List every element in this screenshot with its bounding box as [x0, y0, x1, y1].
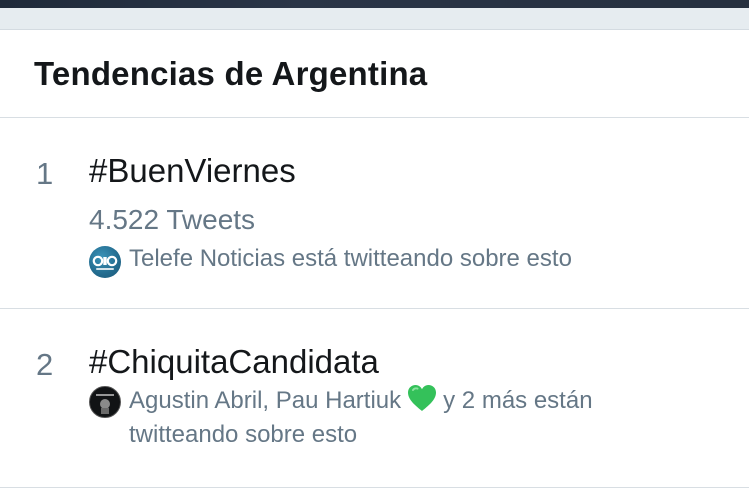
trend-context-suffix: y 2 más están [443, 387, 593, 414]
trend-rank: 2 [36, 347, 54, 382]
trend-item[interactable]: 1 #BuenViernes 4.522 Tweets Telefe Notic… [0, 118, 749, 309]
telefe-noticias-logo-icon[interactable] [89, 246, 121, 278]
top-image-strip [0, 0, 749, 8]
trend-tweet-count: 4.522 Tweets [89, 204, 256, 235]
trend-context: Telefe Noticias está twitteando sobre es… [89, 244, 572, 278]
section-gap [0, 8, 749, 30]
trends-title: Tendencias de Argentina [34, 54, 428, 92]
trend-context-names: Agustin Abril, Pau Hartiuk [129, 387, 402, 414]
trend-context-text: Agustin Abril, Pau Hartiuk y 2 más están … [129, 384, 593, 450]
trend-context-text: Telefe Noticias está twitteando sobre es… [129, 245, 572, 272]
trend-item[interactable]: 2 #ChiquitaCandidata Agustin Abril, Pau … [0, 309, 749, 488]
green-heart-emoji-icon [407, 384, 437, 420]
trend-context: Agustin Abril, Pau Hartiuk y 2 más están … [89, 384, 593, 450]
trend-context-line2: twitteando sobre esto [129, 421, 358, 448]
trends-header: Tendencias de Argentina [0, 30, 749, 118]
trend-hashtag[interactable]: #BuenViernes [89, 152, 296, 190]
trend-rank: 1 [36, 156, 54, 191]
trends-panel: Tendencias de Argentina 1 #BuenViernes 4… [0, 30, 749, 490]
trend-hashtag[interactable]: #ChiquitaCandidata [89, 343, 379, 381]
agustin-abril-avatar-icon[interactable] [89, 386, 121, 418]
